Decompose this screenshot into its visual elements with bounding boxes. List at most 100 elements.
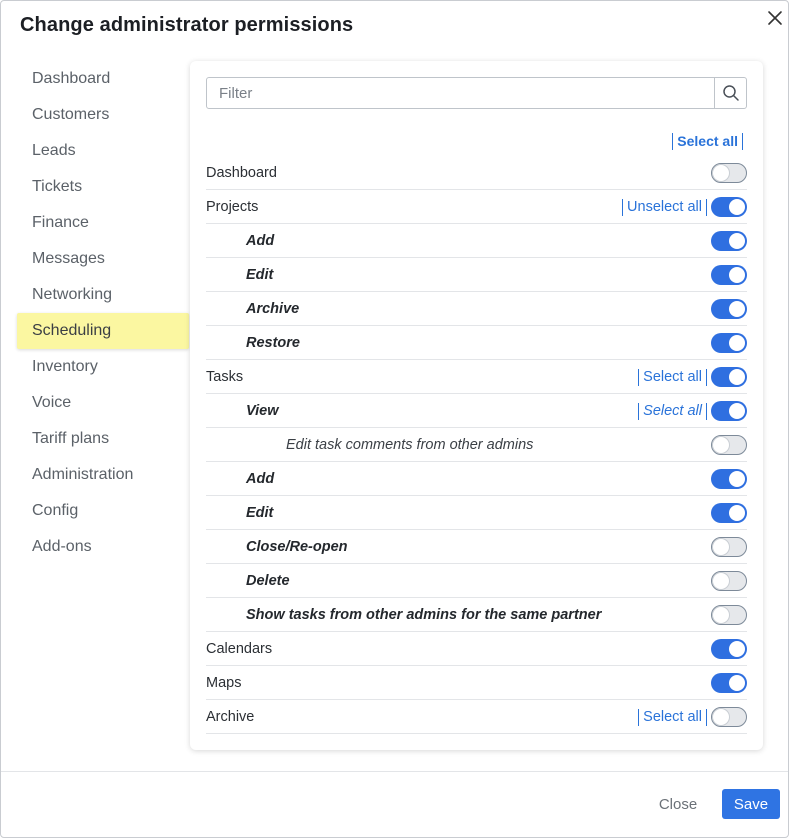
permission-toggle[interactable] xyxy=(711,707,747,727)
sidebar-item-inventory[interactable]: Inventory xyxy=(17,349,189,385)
permission-toggle[interactable] xyxy=(711,231,747,251)
permission-controls xyxy=(711,258,747,292)
permission-controls xyxy=(711,530,747,564)
permission-controls xyxy=(711,224,747,258)
permission-row: Maps xyxy=(206,666,747,700)
permission-controls: Unselect all xyxy=(622,190,747,224)
divider xyxy=(706,402,707,420)
sidebar-item-customers[interactable]: Customers xyxy=(17,97,189,133)
toggle-knob xyxy=(713,538,729,555)
permission-label: Tasks xyxy=(206,368,244,385)
footer-divider xyxy=(1,771,788,772)
permission-label: Restore xyxy=(246,334,300,351)
permission-row: Archive Select all xyxy=(206,700,747,734)
save-button[interactable]: Save xyxy=(722,789,780,819)
permission-toggle[interactable] xyxy=(711,367,747,387)
permissions-panel: Select all Dashboard Projects Unselect all… xyxy=(190,61,763,750)
permission-row: Add xyxy=(206,462,747,496)
close-icon[interactable] xyxy=(764,7,786,29)
select-all-link[interactable]: Select all xyxy=(673,133,742,149)
toggle-knob xyxy=(713,164,729,181)
permission-row: Archive xyxy=(206,292,747,326)
unselect-all-link[interactable]: Unselect all xyxy=(623,199,706,215)
filter-input[interactable] xyxy=(207,78,714,108)
permission-toggle[interactable] xyxy=(711,503,747,523)
permission-row: Restore xyxy=(206,326,747,360)
permission-label: Maps xyxy=(206,674,242,691)
row-select-group: Select all xyxy=(638,368,707,386)
permission-label: Add xyxy=(246,232,275,249)
permission-toggle[interactable] xyxy=(711,571,747,591)
sidebar-item-add-ons[interactable]: Add-ons xyxy=(17,529,189,565)
permission-row: Add xyxy=(206,224,747,258)
sidebar-item-leads[interactable]: Leads xyxy=(17,133,189,169)
permission-row: Projects Unselect all xyxy=(206,190,747,224)
sidebar-item-messages[interactable]: Messages xyxy=(17,241,189,277)
permission-toggle[interactable] xyxy=(711,435,747,455)
permission-toggle[interactable] xyxy=(711,197,747,217)
toggle-knob xyxy=(729,403,745,419)
permission-label: Edit xyxy=(246,504,274,521)
permission-label: Close/Re-open xyxy=(246,538,348,555)
permission-controls xyxy=(711,428,747,462)
permission-label: Dashboard xyxy=(206,164,277,181)
permission-label: Archive xyxy=(206,708,255,725)
permission-label: Archive xyxy=(246,300,300,317)
sidebar-item-tariff-plans[interactable]: Tariff plans xyxy=(17,421,189,457)
permission-row: View Select all xyxy=(206,394,747,428)
sidebar-item-config[interactable]: Config xyxy=(17,493,189,529)
toggle-knob xyxy=(729,471,745,487)
permission-controls xyxy=(711,666,747,700)
toggle-knob xyxy=(729,641,745,657)
toggle-knob xyxy=(729,675,745,691)
sidebar-item-administration[interactable]: Administration xyxy=(17,457,189,493)
select-all-link[interactable]: Select all xyxy=(639,709,706,725)
select-all-link[interactable]: Select all xyxy=(639,369,706,385)
permission-controls xyxy=(711,564,747,598)
permission-toggle[interactable] xyxy=(711,299,747,319)
divider xyxy=(706,708,707,726)
permission-controls xyxy=(711,496,747,530)
close-button[interactable]: Close xyxy=(647,789,709,819)
permission-row: Show tasks from other admins for the sam… xyxy=(206,598,747,632)
toggle-knob xyxy=(713,708,729,725)
filter-box xyxy=(206,77,747,109)
permission-toggle[interactable] xyxy=(711,537,747,557)
search-button[interactable] xyxy=(714,78,746,108)
permission-controls: Select all xyxy=(638,394,747,428)
permission-label: Projects xyxy=(206,198,259,215)
sidebar-item-voice[interactable]: Voice xyxy=(17,385,189,421)
permission-label: Edit task comments from other admins xyxy=(286,436,534,453)
sidebar-item-tickets[interactable]: Tickets xyxy=(17,169,189,205)
row-select-group: Select all xyxy=(638,708,707,726)
permission-toggle[interactable] xyxy=(711,401,747,421)
permission-toggle[interactable] xyxy=(711,265,747,285)
permission-label: Delete xyxy=(246,572,290,589)
permission-toggle[interactable] xyxy=(711,673,747,693)
permission-row: Edit xyxy=(206,258,747,292)
permission-row: Edit xyxy=(206,496,747,530)
permission-toggle[interactable] xyxy=(711,469,747,489)
permission-toggle[interactable] xyxy=(711,333,747,353)
sidebar-item-networking[interactable]: Networking xyxy=(17,277,189,313)
permission-label: Calendars xyxy=(206,640,273,657)
select-all-group: Select all xyxy=(672,131,743,151)
sidebar-item-finance[interactable]: Finance xyxy=(17,205,189,241)
permission-toggle[interactable] xyxy=(711,163,747,183)
permission-toggle[interactable] xyxy=(711,639,747,659)
sidebar-item-scheduling[interactable]: Scheduling xyxy=(17,313,189,349)
row-select-group: Select all xyxy=(638,402,707,420)
toggle-knob xyxy=(729,369,745,385)
sidebar-nav: Dashboard Customers Leads Tickets Finance Mes… xyxy=(17,61,189,565)
permission-row: Close/Re-open xyxy=(206,530,747,564)
toggle-knob xyxy=(729,267,745,283)
toggle-knob xyxy=(729,301,745,317)
toggle-knob xyxy=(729,199,745,215)
permission-toggle[interactable] xyxy=(711,605,747,625)
toggle-knob xyxy=(713,436,729,453)
select-all-link[interactable]: Select all xyxy=(639,403,706,419)
permission-controls xyxy=(711,326,747,360)
sidebar-item-dashboard[interactable]: Dashboard xyxy=(17,61,189,97)
permission-controls xyxy=(711,292,747,326)
permission-row: Dashboard xyxy=(206,156,747,190)
